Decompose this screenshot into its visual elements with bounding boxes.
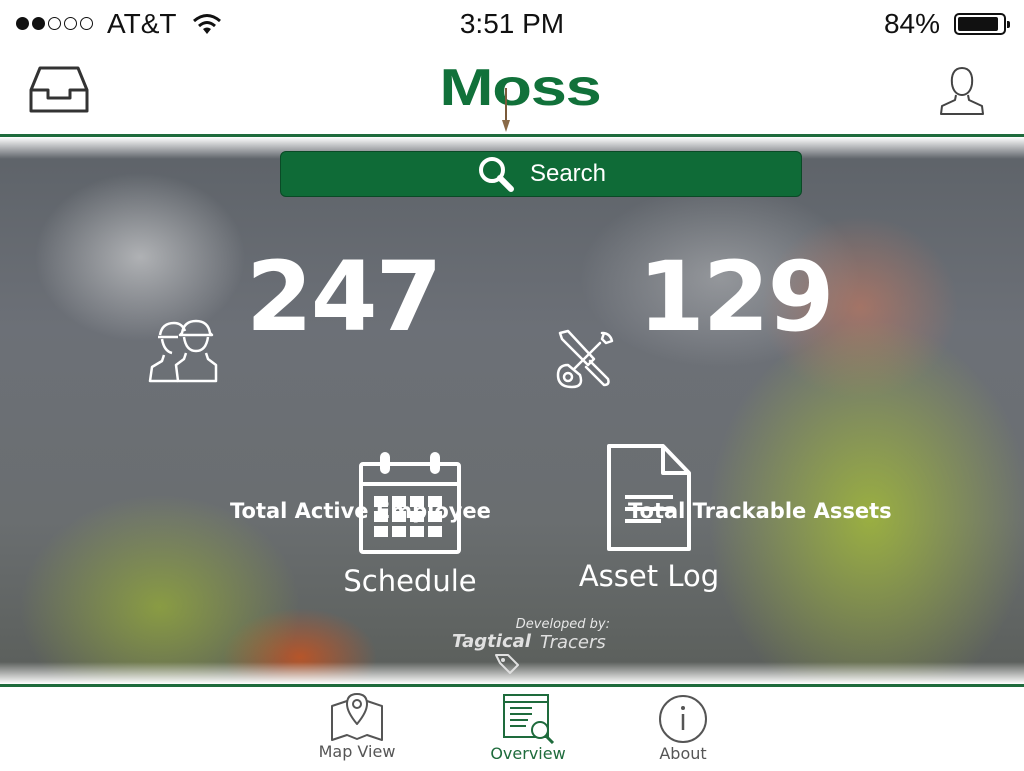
calendar-icon <box>359 452 461 554</box>
tools-icon <box>556 329 614 389</box>
schedule-label: Schedule <box>343 564 477 598</box>
asset-log-label: Asset Log <box>578 559 720 593</box>
tab-map-view[interactable]: Map View <box>302 687 412 771</box>
tab-bar: Map View Overview About <box>0 684 1024 771</box>
tab-overview[interactable]: Overview <box>473 687 583 771</box>
schedule-tile[interactable]: Schedule <box>340 452 480 598</box>
info-icon <box>659 695 707 743</box>
asset-count: 129 <box>638 241 834 353</box>
logo-plumb-mark <box>502 88 510 132</box>
dashboard-hero: Search 247 Total Active Employee 129 Tot… <box>0 137 1024 684</box>
search-icon <box>478 157 514 192</box>
tag-icon <box>495 654 519 674</box>
user-profile-icon <box>940 66 984 115</box>
developed-by-text: Developed by: <box>515 617 610 632</box>
battery-icon <box>954 13 1010 35</box>
asset-log-tile[interactable]: Asset Log <box>574 443 724 593</box>
document-icon <box>607 444 691 551</box>
map-pin-icon <box>331 693 383 741</box>
inbox-button[interactable] <box>28 64 90 116</box>
inbox-icon <box>29 66 89 113</box>
app-header: Moss <box>0 48 1024 137</box>
tab-map-view-label: Map View <box>318 742 396 761</box>
status-bar: AT&T 3:51 PM 84% <box>0 0 1024 48</box>
profile-button[interactable] <box>938 64 986 118</box>
tab-about-label: About <box>659 744 707 763</box>
tab-about[interactable]: About <box>628 687 738 771</box>
status-time: 3:51 PM <box>459 8 565 39</box>
tab-overview-label: Overview <box>490 744 566 763</box>
search-button[interactable]: Search <box>280 151 802 197</box>
developer-brand-bold: Tagtical <box>452 631 531 652</box>
moss-logo: Moss <box>410 58 630 134</box>
developer-brand-light: Tracers <box>540 632 606 653</box>
employee-count: 247 <box>246 241 442 353</box>
overview-icon <box>503 694 555 744</box>
workers-hardhat-icon <box>148 319 218 383</box>
search-label: Search <box>529 160 607 187</box>
developer-credit: Developed by: Tagtical Tracers <box>448 615 618 675</box>
battery-percent: 84% <box>883 8 940 39</box>
